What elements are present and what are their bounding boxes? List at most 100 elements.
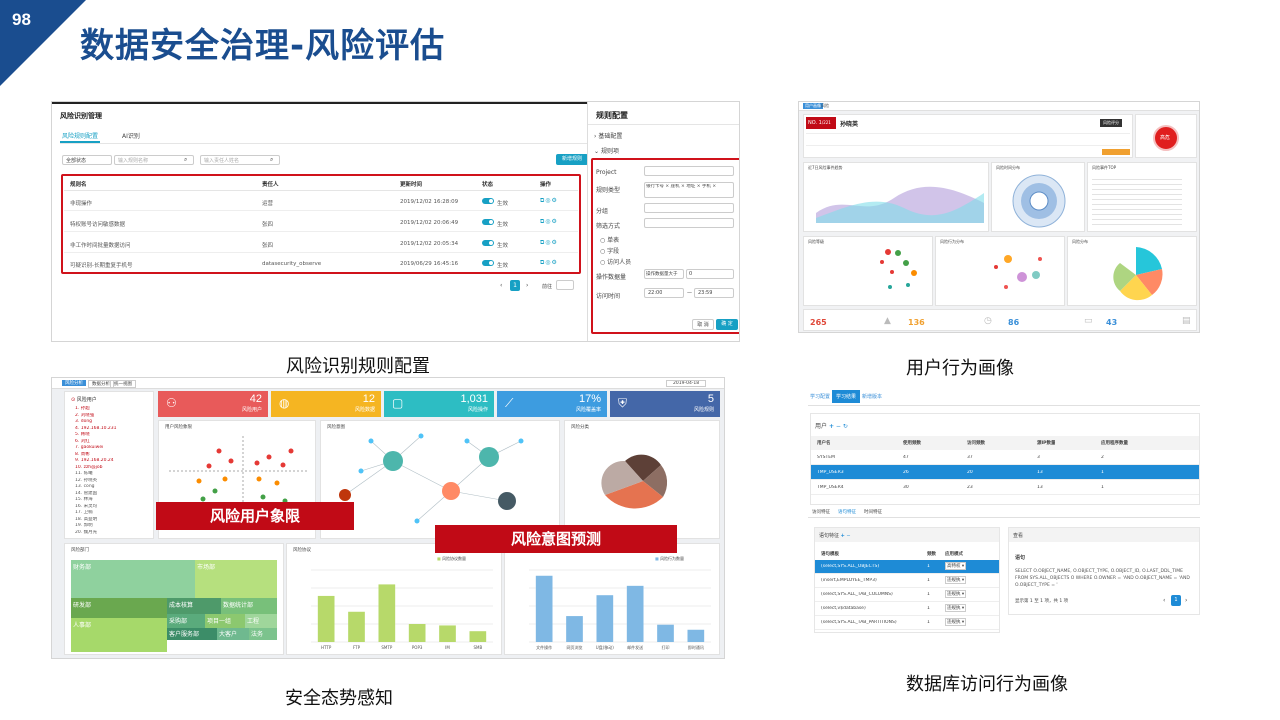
stat-risk-ops[interactable]: 1,031 风险操作 ▢ [384,391,494,417]
group-select[interactable] [644,203,734,213]
refresh-icon[interactable]: ↻ [843,423,848,430]
table-row[interactable]: (select,v$database) 1 违规执 ▾ [815,602,999,616]
list-item[interactable]: 20. 魏月光 [75,530,151,537]
tab-risk[interactable]: 风险 [821,103,829,109]
section-rules[interactable]: ⌄ 规则项 [594,146,619,155]
subtab-access[interactable]: 访问特征 [812,509,830,515]
treemap-cell[interactable]: 市场部 [195,560,277,598]
status-toggle[interactable] [482,260,494,266]
remove-icon[interactable]: − [836,423,841,430]
table-row[interactable]: 可疑识别-长期重复手机号 datasecurity_observe 2019/0… [64,253,578,273]
row-actions-icon[interactable]: ⧉◎⚙ [540,197,558,205]
row-actions-icon[interactable]: ⧉◎⚙ [540,259,558,267]
bar[interactable] [626,585,644,642]
column-header: 语句模板 [821,552,839,557]
stat-risk-coverage[interactable]: 17% 风险覆盖率 ⟋ [497,391,607,417]
status-toggle[interactable] [482,240,494,246]
date-picker[interactable]: 2019-04-18 [666,380,707,387]
table-row[interactable]: TMP_USER3 26 20 13 1 [811,465,1199,480]
treemap-cell[interactable]: 法务 [249,628,277,640]
treemap-cell[interactable]: 研发部 [71,598,167,618]
page-current[interactable]: 1 [510,280,520,291]
bar[interactable] [469,631,487,642]
next-page-icon[interactable]: › [526,282,528,289]
page-current[interactable]: 1 [1171,595,1181,606]
bar[interactable] [317,595,335,642]
table-cell[interactable]: 违规执 ▾ [945,590,967,598]
count-input[interactable] [686,269,734,279]
bar[interactable] [687,629,705,642]
bar[interactable] [348,611,365,642]
search-icon[interactable]: ⌕ [184,156,187,164]
stat-risk-users[interactable]: 42 风险用户 ⚇ [158,391,268,417]
col-time: 更新时间 [400,182,423,188]
next-page-icon[interactable]: › [1185,597,1187,604]
tab-learn-result[interactable]: 学习结果 [832,390,861,403]
table-cell: TMP_USER4 [817,485,844,490]
tab-ai[interactable]: AI识别 [122,131,140,140]
prev-page-icon[interactable]: ‹ [500,282,502,289]
table-cell[interactable]: 违规执 ▾ [945,576,967,584]
department-panel: 风险部门 财务部 市场部 研发部 成本核算 数据统计部 采购部 项目一组 工程 … [64,543,284,655]
stat-risk-rules[interactable]: 5 风险规则 ⛨ [610,391,720,417]
stat-risk-data[interactable]: 12 风险数据 ◍ [271,391,381,417]
filter-select[interactable] [644,218,734,228]
row-actions-icon[interactable]: ⧉◎⚙ [540,218,558,226]
bar[interactable] [596,595,614,642]
table-row[interactable]: 特权账号访问敏感数据 张四 2019/12/02 20:06:49 生效 ⧉◎⚙ [64,212,578,232]
treemap-cell[interactable]: 客户服务部 [167,628,217,640]
radio-table[interactable]: ○ 单表 [600,235,619,244]
table-row[interactable]: (insert,EMPLOYEE_TMP3) 1 违规执 ▾ [815,574,999,588]
treemap-cell[interactable]: 工程 [245,614,277,628]
cancel-button[interactable]: 取 消 [692,319,714,330]
prev-page-icon[interactable]: ‹ [1163,597,1165,604]
row-actions-icon[interactable]: ⧉◎⚙ [540,239,558,247]
tab-risk-analysis[interactable]: 风险分析 [62,380,86,386]
table-cell[interactable]: 违规执 ▾ [945,618,967,626]
project-select[interactable] [644,166,734,176]
treemap-cell[interactable]: 成本核算 [167,598,221,614]
bar[interactable] [378,584,396,642]
radio-visitor[interactable]: ○ 访问人员 [600,257,631,266]
table-row[interactable]: (select,SYS.ALL_TAB_COLUMNS) 1 违规执 ▾ [815,588,999,602]
goto-input[interactable] [556,280,574,290]
tab-rule-config[interactable]: 风险规则配置 [62,131,98,140]
subtab-sql[interactable]: 语句特征 [838,509,856,515]
section-basic[interactable]: › 基础配置 [594,131,622,140]
status-toggle[interactable] [482,219,494,225]
bar[interactable] [566,616,583,642]
table-row[interactable]: 非现操作 运营 2019/12/02 16:28:09 生效 ⧉◎⚙ [64,191,578,211]
status-toggle[interactable] [482,198,494,204]
treemap-cell[interactable]: 财务部 [71,560,195,598]
treemap-cell[interactable]: 数据统计部 [221,598,277,614]
tab-unified-view[interactable]: 统一视图 [110,380,136,388]
bar[interactable] [535,575,553,642]
bar[interactable] [439,625,456,642]
treemap-cell[interactable]: 采购部 [167,614,205,628]
table-cell[interactable]: 违规执 ▾ [945,604,967,612]
radio-field[interactable]: ○ 字段 [600,246,619,255]
search-icon[interactable]: ⌕ [270,156,273,164]
table-row[interactable]: SYSTEM 47 37 3 2 [811,450,1199,465]
subtab-time[interactable]: 时间特征 [864,509,882,515]
table-row[interactable]: (select,SYS.ALL_OBJECTS) 1 高特权 ▾ [815,560,999,574]
treemap-cell[interactable]: 人事部 [71,618,167,652]
rule-status: 生效 [497,222,509,228]
new-rule-button[interactable]: 新增规则 [556,154,588,165]
table-row[interactable]: (select,SYS.ALL_TAB_PARTITIONS) 1 违规执 ▾ [815,616,999,630]
add-icon[interactable]: + [841,533,845,539]
treemap-cell[interactable]: 大客户 [217,628,249,640]
tab-new-version[interactable]: 新增版本 [862,393,882,400]
remove-icon[interactable]: − [846,533,850,539]
treemap-cell[interactable]: 项目一组 [205,614,245,628]
table-row[interactable]: 非工作时间批量数据访问 张四 2019/12/02 20:05:34 生效 ⧉◎… [64,233,578,253]
bar[interactable] [657,624,674,642]
tab-learn-config[interactable]: 学习配置 [810,393,830,400]
table-cell: 1 [927,620,930,625]
table-row[interactable]: TMP_USER4 30 23 13 1 [811,480,1199,495]
table-cell[interactable]: 高特权 ▾ [945,562,967,570]
add-icon[interactable]: + [829,423,834,430]
bar[interactable] [408,624,426,642]
tab-user-profile[interactable]: 用户画像 [803,103,823,109]
confirm-button[interactable]: 确 定 [716,319,738,330]
